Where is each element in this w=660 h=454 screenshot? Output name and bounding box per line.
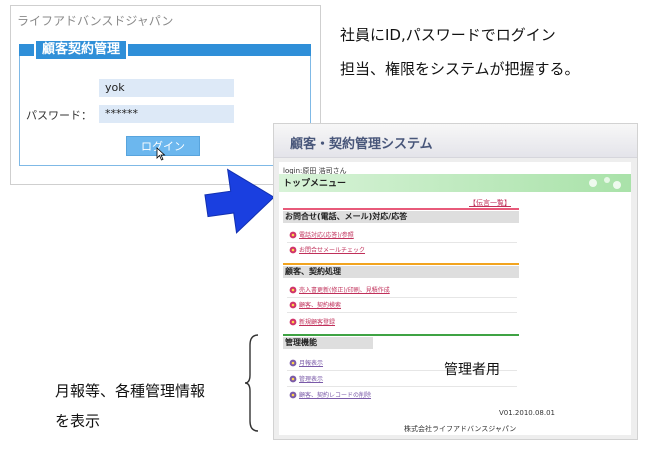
flower-bullet-icon bbox=[289, 359, 297, 367]
menu-item-label: 顧客、契約レコードの削除 bbox=[299, 392, 372, 399]
menu-item-label: 管理表示 bbox=[299, 376, 324, 383]
left-brace-icon bbox=[244, 334, 259, 432]
admin-only-label: 管理者用 bbox=[444, 362, 500, 378]
admin-caption-line1: 月報等、各種管理情報 bbox=[55, 382, 206, 400]
section-heading-admin: 管理機能 bbox=[283, 337, 373, 349]
system-window: 顧客・契約管理システム login:原田 浩司さん トップメニュー 【伝言一覧】… bbox=[273, 123, 638, 440]
system-title: 顧客・契約管理システム bbox=[290, 137, 433, 152]
login-company-name: ライフアドバンスドジャパン bbox=[17, 14, 174, 28]
menu-item-label: 売入書更新(修正)/印刷、見積作成 bbox=[299, 287, 390, 294]
section-divider-line bbox=[283, 208, 519, 210]
password-label: パスワード： bbox=[26, 109, 92, 122]
system-content: login:原田 浩司さん トップメニュー 【伝言一覧】 お問合せ(電話、メール… bbox=[279, 162, 631, 435]
admin-caption-line2: を表示 bbox=[55, 412, 101, 430]
password-input[interactable]: ****** bbox=[99, 105, 234, 123]
footer-company-name: 株式会社ライフアドバンスジャパン bbox=[404, 425, 517, 433]
menu-separator bbox=[287, 386, 517, 387]
menu-separator bbox=[287, 297, 517, 298]
mouse-cursor-icon bbox=[156, 147, 166, 161]
menu-item-label: 月報表示 bbox=[299, 360, 324, 367]
arrow-right-down-icon bbox=[204, 168, 275, 234]
flower-bullet-icon bbox=[289, 318, 297, 326]
top-menu-title: トップメニュー bbox=[283, 179, 347, 189]
login-caption-line1: 社員にID,パスワードでログイン bbox=[340, 26, 556, 44]
menu-item-label: 電話対応(応答)/参照 bbox=[299, 232, 354, 239]
section-heading-inquiry: お問合せ(電話、メール)対応/応答 bbox=[283, 211, 519, 223]
flower-decoration-icon bbox=[589, 177, 621, 189]
section-heading-customer-contract: 顧客、契約処理 bbox=[283, 266, 519, 278]
flower-bullet-icon bbox=[289, 286, 297, 294]
version-text: V01.2010.08.01 bbox=[499, 409, 555, 417]
flower-bullet-icon bbox=[289, 301, 297, 309]
menu-item-label: 顧客、契約検索 bbox=[299, 302, 342, 309]
section-divider-line bbox=[283, 334, 519, 336]
menu-separator bbox=[287, 312, 517, 313]
menu-item-label: 新規顧客登録 bbox=[299, 319, 336, 326]
message-list-link[interactable]: 【伝言一覧】 bbox=[469, 198, 511, 208]
flower-bullet-icon bbox=[289, 246, 297, 254]
section-divider-line bbox=[283, 263, 519, 265]
login-id-input[interactable]: yok bbox=[99, 79, 234, 97]
menu-item-label: お問合せメールチェック bbox=[299, 247, 366, 254]
flower-bullet-icon bbox=[289, 375, 297, 383]
flower-bullet-icon bbox=[289, 231, 297, 239]
menu-separator bbox=[287, 242, 517, 243]
flower-bullet-icon bbox=[289, 391, 297, 399]
login-caption-line2: 担当、権限をシステムが把握する。 bbox=[340, 60, 580, 78]
